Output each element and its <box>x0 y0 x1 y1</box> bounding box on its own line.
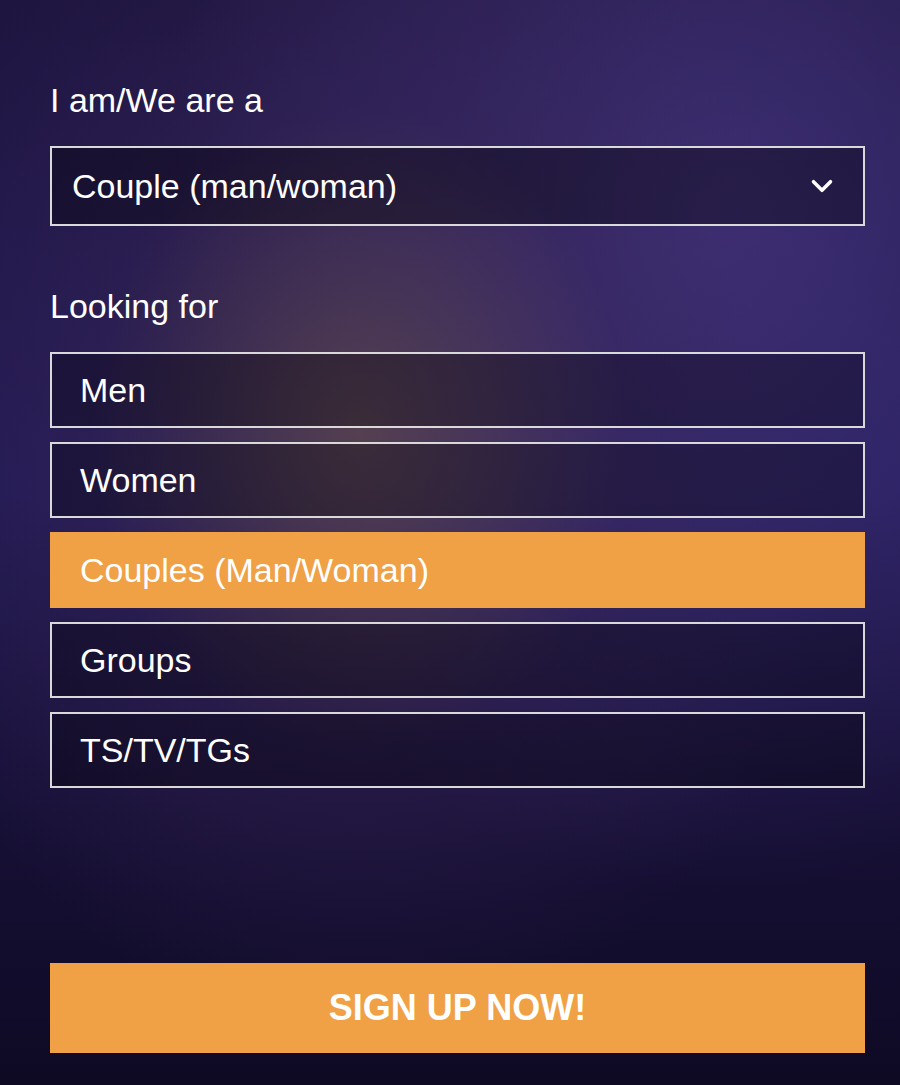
identity-select[interactable]: Couple (man/woman) <box>50 146 865 226</box>
identity-label: I am/We are a <box>50 78 865 122</box>
looking-option[interactable]: Men <box>50 352 865 428</box>
looking-option[interactable]: TS/TV/TGs <box>50 712 865 788</box>
chevron-down-icon <box>805 169 839 203</box>
looking-option[interactable]: Couples (Man/Woman) <box>50 532 865 608</box>
looking-option[interactable]: Women <box>50 442 865 518</box>
looking-label: Looking for <box>50 284 865 328</box>
looking-option[interactable]: Groups <box>50 622 865 698</box>
signup-button[interactable]: SIGN UP NOW! <box>50 963 865 1053</box>
looking-options: Men Women Couples (Man/Woman) Groups TS/TV/T… <box>50 352 865 788</box>
identity-value: Couple (man/woman) <box>72 167 397 206</box>
signup-form: I am/We are a Couple (man/woman) Looking f… <box>0 0 900 1085</box>
